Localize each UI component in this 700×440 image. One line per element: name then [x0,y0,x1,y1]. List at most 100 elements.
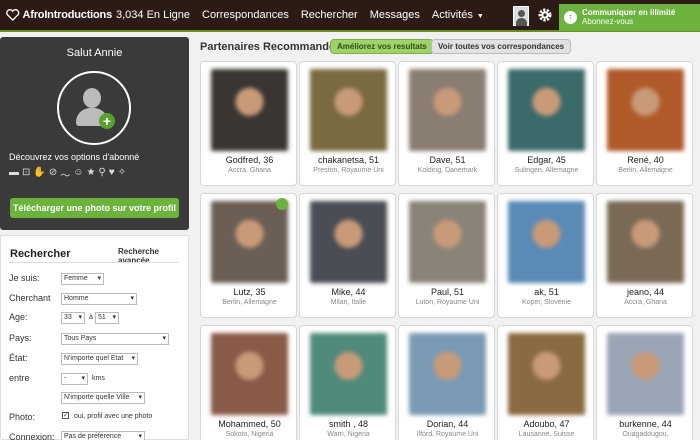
profile-name[interactable]: Adoubo, 47 [498,419,595,429]
profile-location: Berlin, Allemagne [618,167,673,174]
country-select[interactable]: Tous Pays [61,333,169,345]
profile-name[interactable]: chakanetsa, 51 [300,155,397,165]
profile-card[interactable]: Mike, 44 Milan, Italie [299,193,396,318]
profile-name[interactable]: Mike, 44 [300,287,397,297]
nav-matches[interactable]: Correspondances [202,9,289,21]
profile-photo-placeholder[interactable]: + [57,71,131,145]
state-select[interactable]: N'importe quel Etat [61,353,138,365]
profile-name[interactable]: smith , 48 [300,419,397,429]
logo[interactable]: AfroIntroductions [0,8,112,22]
profile-card[interactable]: Dorian, 44 Ilford, Royaume Uni [398,325,495,440]
profile-name[interactable]: ak, 51 [498,287,595,297]
nav-online-count[interactable]: 3,034 En Ligne [116,9,190,21]
iam-label: Je suis: [9,273,40,283]
profile-name[interactable]: Mohammed, 50 [201,419,298,429]
connection-select[interactable]: Pas de préférence [61,431,145,440]
profile-location: Sokoto, Nigeria [225,431,274,438]
hearts-icon: ♥ [108,167,115,178]
lock-icon: ⊡ [22,167,31,178]
profile-card[interactable]: chakanetsa, 51 Preston, Royaume Uni [299,61,396,186]
improve-results-button[interactable]: Améliorez vos resultats [330,39,434,54]
search-panel: Rechercher Recherche avancée Je suis: Fe… [0,235,189,440]
age-to-label: à [89,314,93,321]
age-from-select[interactable]: 33 [61,312,85,324]
magic-wand-icon: ✧ [117,167,127,178]
profile-card[interactable]: Paul, 51 Luton, Royaume Uni [398,193,495,318]
search-icon: ⚲ [98,167,106,178]
profile-card[interactable]: burkenne, 44 Ouagadougou, [596,325,693,440]
distance-select[interactable]: - [61,373,88,385]
profile-photo[interactable] [409,69,486,151]
nav-search[interactable]: Rechercher [301,9,358,21]
caret-down-icon: ▼ [476,13,484,20]
profile-name[interactable]: burkenne, 44 [597,419,694,429]
upload-photo-button[interactable]: Télécharger une photo sur votre profil [10,198,179,218]
profile-card[interactable]: Godfred, 36 Accra, Ghana [200,61,297,186]
profile-card[interactable]: Edgar, 45 Sulingen, Allemagne [497,61,594,186]
profile-name[interactable]: Edgar, 45 [498,155,595,165]
profile-photo[interactable] [409,333,486,415]
profile-photo[interactable] [310,69,387,151]
upgrade-line2: Abonnez-vous [582,17,634,26]
profile-name[interactable]: Dorian, 44 [399,419,496,429]
profile-photo[interactable] [607,201,684,283]
welcome-panel: Salut Annie + Découvrez vos options d'ab… [0,37,189,230]
profile-card[interactable]: ak, 51 Koper, Slovénie [497,193,594,318]
profile-card[interactable]: Lutz, 35 Berlin, Allemagne [200,193,297,318]
profile-photo[interactable] [607,69,684,151]
profile-name[interactable]: Lutz, 35 [201,287,298,297]
profile-location: Sulingen, Allemagne [514,167,579,174]
age-to-select[interactable]: 51 [95,312,119,324]
profile-name[interactable]: jeano, 44 [597,287,694,297]
profile-photo[interactable] [310,201,387,283]
profile-name[interactable]: René, 40 [597,155,694,165]
profile-name[interactable]: Dave, 51 [399,155,496,165]
gear-icon[interactable] [537,7,553,23]
profile-card[interactable]: Mohammed, 50 Sokoto, Nigeria [200,325,297,440]
connection-label: Connexion: [9,432,55,440]
nav-messages[interactable]: Messages [370,9,420,21]
profile-photo[interactable] [508,333,585,415]
photo-checkbox[interactable]: ✓ [62,412,69,419]
profile-card[interactable]: jeano, 44 Accra, Ghana [596,193,693,318]
chat-icon: ▬ [9,167,19,178]
profile-card[interactable]: René, 40 Berlin, Allemagne [596,61,693,186]
within-label: entre [9,373,30,383]
profile-photo[interactable] [409,201,486,283]
nav-activities-label: Activités [431,9,473,21]
feature-icons: ▬ ⊡ ✋ ⊘ 〜 ☺ ★ ⚲ ♥ ✧ [9,167,126,182]
seeking-select[interactable]: Homme [61,293,137,305]
profile-location: Accra, Ghana [624,299,667,306]
profile-photo[interactable] [508,69,585,151]
nav-activities[interactable]: Activités ▼ [432,9,484,21]
heart-logo-icon [6,9,20,22]
profile-photo[interactable] [211,201,288,283]
brand-name: AfroIntroductions [22,9,113,21]
photo-label: Photo: [9,412,36,422]
profile-photo[interactable] [607,333,684,415]
profile-photo[interactable] [508,201,585,283]
iam-select[interactable]: Femme [61,273,104,285]
profile-location: Milan, Italie [330,299,367,306]
greeting: Salut Annie [66,47,123,59]
profile-photo[interactable] [211,69,288,151]
profile-card[interactable]: Adoubo, 47 Lausanne, Suisse [497,325,594,440]
profile-photo[interactable] [211,333,288,415]
upgrade-button[interactable]: ↑ Communiquer en illimité Abonnez-vous [559,4,700,31]
km-unit: kms [92,375,105,382]
profile-location: Accra, Ghana [228,167,271,174]
upgrade-line1: Communiquer en illimité [582,8,676,17]
profile-card[interactable]: Dave, 51 Kolding, Danemark [398,61,495,186]
user-avatar[interactable] [513,6,529,26]
profile-location: Ilford, Royaume Uni [416,431,479,438]
city-select[interactable]: N'importe quelle Ville [61,392,145,404]
trend-icon: 〜 [60,171,71,182]
state-label: État: [9,353,28,363]
profile-card[interactable]: smith , 48 Warri, Nigeria [299,325,396,440]
view-all-matches-button[interactable]: Voir toutes vos correspondances [431,39,572,54]
profile-location: Preston, Royaume Uni [313,167,384,174]
profile-photo[interactable] [310,333,387,415]
profile-location: Luton, Royaume Uni [415,299,480,306]
profile-name[interactable]: Paul, 51 [399,287,496,297]
profile-name[interactable]: Godfred, 36 [201,155,298,165]
